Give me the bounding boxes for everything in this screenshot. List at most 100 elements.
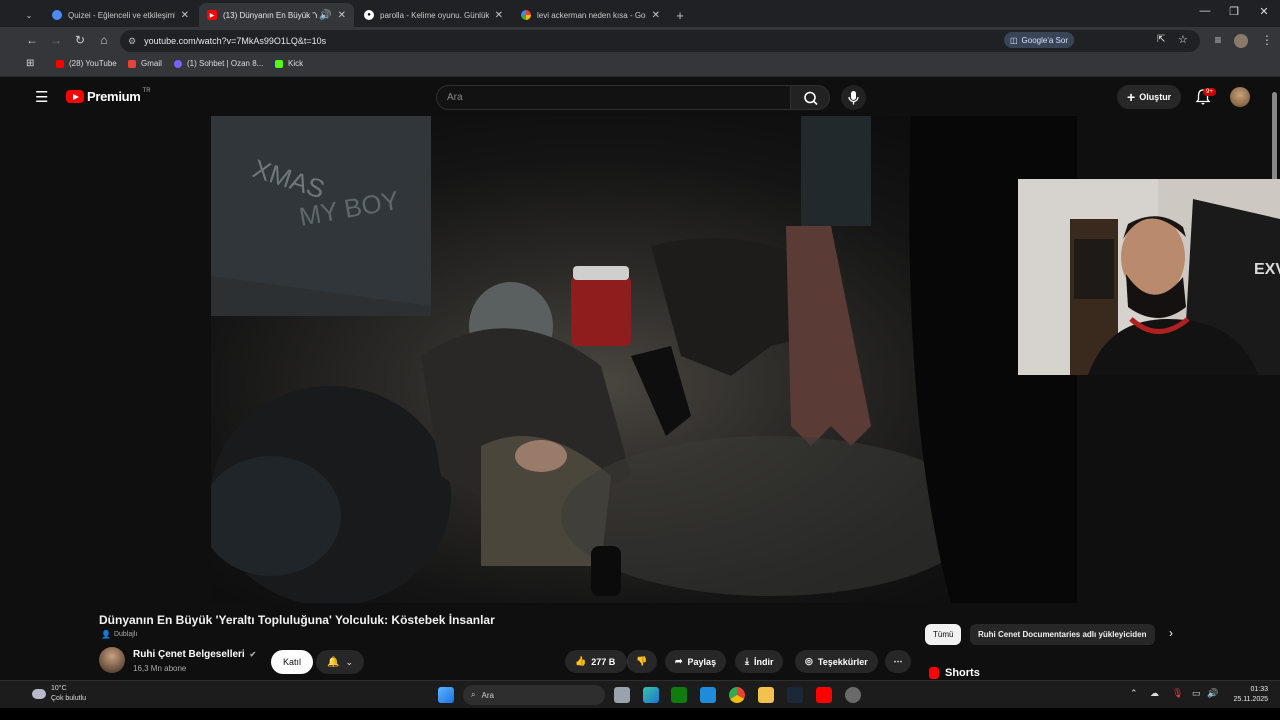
windows-taskbar: 10°C Çok bulutlu ⌕ Ara ⌃ ☁ 🎙 ▭ 🔊 01:33 2…: [0, 680, 1280, 708]
video-player[interactable]: XMAS MY BOY: [211, 116, 1077, 603]
back-icon[interactable]: ←: [24, 33, 40, 47]
create-label: Oluştur: [1139, 92, 1172, 102]
forward-icon[interactable]: →: [48, 33, 64, 47]
download-button[interactable]: ⤓ İndir: [735, 650, 784, 673]
reload-icon[interactable]: ↻: [72, 33, 88, 47]
close-icon[interactable]: ✕: [338, 10, 346, 21]
speaker-icon[interactable]: 🔊: [319, 10, 331, 21]
voice-search-button[interactable]: [841, 85, 866, 110]
chevron-right-icon[interactable]: ›: [1169, 626, 1173, 640]
bookmark-gmail[interactable]: Gmail: [128, 59, 162, 68]
subscriber-count: 16,3 Mn abone: [133, 664, 187, 673]
create-button[interactable]: + Oluştur: [1117, 85, 1182, 109]
system-clock[interactable]: 01:33 25.11.2025: [1224, 685, 1268, 705]
bookmark-sohbet[interactable]: (1) Sohbet | Ozan 8...: [174, 59, 263, 68]
obs-icon[interactable]: [845, 687, 861, 703]
tab-search-button[interactable]: ⌄: [22, 3, 36, 27]
xbox-icon[interactable]: [671, 687, 687, 703]
taskbar-search-placeholder: Ara: [481, 690, 494, 700]
download-icon: ⤓: [745, 656, 749, 666]
mail-icon[interactable]: [700, 687, 716, 703]
bookmark-label: Gmail: [141, 59, 162, 68]
clock-time: 01:33: [1250, 686, 1268, 693]
bookmark-label: (28) YouTube: [69, 59, 117, 68]
lens-icon: ◫: [1009, 35, 1018, 45]
join-button[interactable]: Katıl: [271, 650, 314, 674]
dubbed-badge: 👤 Dublajlı: [101, 630, 137, 639]
channel-name-text: Ruhi Çenet Belgeselleri: [133, 649, 245, 660]
share-button[interactable]: ➦ Paylaş: [665, 650, 727, 673]
url-text[interactable]: youtube.com/watch?v=7MkAs99O1LQ&t=10s: [144, 36, 326, 46]
new-tab-button[interactable]: +: [670, 3, 690, 27]
chip-channel[interactable]: Ruhi Cenet Documentaries adlı yükleyicid…: [970, 624, 1155, 645]
chip-all[interactable]: Tümü: [925, 624, 962, 645]
account-avatar[interactable]: [1230, 87, 1250, 107]
chrome-icon[interactable]: [729, 687, 745, 703]
volume-icon[interactable]: 🔊: [1207, 688, 1218, 699]
search-icon: ⌕: [471, 690, 476, 699]
tab-title: levi ackerman neden kısa - Goo: [537, 10, 646, 20]
address-bar[interactable]: ⚙ youtube.com/watch?v=7MkAs99O1LQ&t=10s …: [120, 30, 1200, 52]
home-icon[interactable]: ⌂: [96, 33, 112, 47]
browser-tab[interactable]: levi ackerman neden kısa - Goo ✕: [513, 3, 668, 27]
chevron-up-icon[interactable]: ⌃: [1130, 688, 1138, 699]
edge-icon[interactable]: [643, 687, 659, 703]
apps-grid-icon[interactable]: ⊞: [26, 58, 34, 69]
steam-icon[interactable]: [787, 687, 803, 703]
thanks-button[interactable]: ◎ Teşekkürler: [795, 650, 878, 673]
onedrive-cloud-icon[interactable]: ☁: [1150, 688, 1159, 699]
menu-kebab-icon[interactable]: ⋮: [1259, 33, 1275, 47]
share-arrow-icon: ➦: [675, 656, 683, 666]
search-input[interactable]: Ara: [436, 85, 791, 110]
channel-name[interactable]: Ruhi Çenet Belgeselleri ✔: [133, 649, 256, 660]
close-icon[interactable]: ✕: [181, 10, 189, 21]
bookmark-youtube[interactable]: (28) YouTube: [56, 59, 117, 68]
channel-avatar[interactable]: [99, 647, 125, 673]
browser-tab[interactable]: ● parolla - Kelime oyunu. Günlük ✕: [356, 3, 511, 27]
bookmark-label: Kick: [288, 59, 304, 68]
hamburger-menu-icon[interactable]: ☰: [35, 88, 48, 106]
page-scrollbar[interactable]: [1272, 92, 1277, 182]
windows-start-icon[interactable]: [438, 687, 454, 703]
dislike-button[interactable]: 👎: [627, 650, 657, 673]
share-label: Paylaş: [687, 656, 717, 667]
svg-text:EXVE: EXVE: [1254, 261, 1280, 278]
task-view-icon[interactable]: [614, 687, 630, 703]
weather-widget[interactable]: 10°C Çok bulutlu: [32, 684, 86, 704]
bookmark-kick[interactable]: Kick: [275, 59, 303, 68]
browser-tab[interactable]: Quizei - Eğlenceli ve etkileşimli ✕: [44, 3, 197, 27]
microphone-icon: [848, 91, 859, 105]
like-button[interactable]: 👍 277 B: [565, 650, 627, 673]
close-window-icon[interactable]: ✕: [1254, 5, 1274, 18]
profile-avatar[interactable]: [1234, 34, 1248, 48]
more-actions-button[interactable]: ⋯: [885, 650, 911, 673]
bookmarks-bar: ⊞ (28) YouTube Gmail (1) Sohbet | Ozan 8…: [0, 55, 1280, 77]
file-explorer-icon[interactable]: [758, 687, 774, 703]
browser-tab-bar: ⌄ Quizei - Eğlenceli ve etkileşimli ✕ ▶ …: [0, 0, 1280, 27]
bookmark-star-icon[interactable]: ☆: [1178, 33, 1188, 46]
more-horizontal-icon: ⋯: [893, 656, 903, 666]
youtube-app-icon[interactable]: [816, 687, 832, 703]
close-icon[interactable]: ✕: [495, 10, 503, 21]
dubbed-label: Dublajlı: [113, 631, 138, 638]
youtube-header: ☰ Premium TR Ara + Oluştur 9+: [19, 78, 1280, 182]
subscription-bell-button[interactable]: 🔔 ⌄: [316, 650, 364, 674]
restore-icon[interactable]: ❐: [1224, 5, 1244, 18]
ask-google-button[interactable]: ◫ Google'a Sor: [1003, 32, 1074, 48]
install-icon[interactable]: ⇱: [1157, 34, 1165, 45]
media-controls-icon[interactable]: ≡: [1210, 33, 1226, 47]
microphone-active-icon[interactable]: 🎙: [1172, 688, 1183, 699]
minimize-icon[interactable]: —: [1195, 5, 1215, 17]
youtube-page: ☰ Premium TR Ara + Oluştur 9+ XMAS MY BO…: [19, 78, 1280, 680]
taskbar-search[interactable]: ⌕ Ara: [463, 685, 605, 705]
chevron-down-icon: ⌄: [25, 10, 33, 20]
close-icon[interactable]: ✕: [652, 10, 660, 21]
browser-tab-active[interactable]: ▶ (13) Dünyanın En Büyük 'Ye 🔊 ✕: [199, 3, 354, 27]
network-icon[interactable]: ▭: [1192, 688, 1201, 699]
youtube-premium-logo[interactable]: Premium TR: [66, 88, 151, 104]
search-icon: [804, 91, 818, 106]
tab-title: parolla - Kelime oyunu. Günlük: [380, 10, 489, 20]
search-button[interactable]: [790, 85, 830, 110]
bookmark-label: (1) Sohbet | Ozan 8...: [187, 59, 264, 68]
site-info-icon[interactable]: ⚙: [128, 36, 136, 47]
